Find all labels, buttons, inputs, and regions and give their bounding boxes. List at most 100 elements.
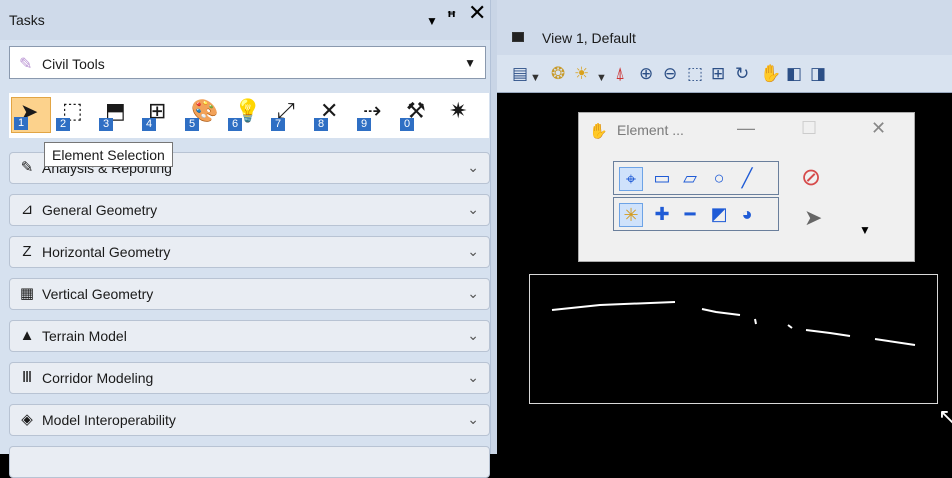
circle-select-icon[interactable]: ○ xyxy=(707,167,731,191)
task-group-label: Terrain Model xyxy=(42,328,127,344)
invert-selection-icon[interactable]: ◩ xyxy=(707,203,731,227)
vertical-geometry-icon: ▦ xyxy=(19,285,35,302)
shortcut-key-badge: 0 xyxy=(400,118,414,131)
chevron-down-icon[interactable]: ▼ xyxy=(596,68,607,88)
linework-segment xyxy=(551,301,676,311)
chevron-down-icon[interactable]: ▼ xyxy=(859,223,871,237)
linework-segment xyxy=(787,324,793,329)
tool-button-3[interactable]: ⬒ 3 xyxy=(97,97,137,133)
view-titlebar: View 1, Default xyxy=(497,0,952,55)
mouse-cursor-icon: ↖ xyxy=(938,404,952,429)
shortcut-key-badge: 2 xyxy=(56,118,70,131)
rotate-view-icon[interactable]: ↻ xyxy=(735,64,749,84)
selection-mode-group: ✳ ✚ ━ ◩ ◕ xyxy=(613,197,779,231)
tool-button-8[interactable]: ✕ 8 xyxy=(312,97,352,133)
settings-icon: ✷ xyxy=(449,98,468,123)
panel-menu-icon[interactable]: ▼ xyxy=(426,12,438,30)
tool-button-9[interactable]: ⇢ 9 xyxy=(355,97,395,133)
shortcut-key-badge: 8 xyxy=(314,118,328,131)
task-group-partial[interactable] xyxy=(9,446,490,478)
task-group-label: Horizontal Geometry xyxy=(42,244,171,260)
shortcut-key-badge: 5 xyxy=(185,118,199,131)
pan-view-icon[interactable]: ✋ xyxy=(760,64,781,84)
block-select-icon[interactable]: ▭ xyxy=(650,167,674,191)
lighting-icon[interactable]: ☀ xyxy=(574,64,589,84)
element-selection-icon: ✋ xyxy=(589,123,608,140)
task-group-terrain-model[interactable]: ▲ Terrain Model ⌄ xyxy=(9,320,490,352)
tool-button-1[interactable]: ➤ 1 xyxy=(11,97,51,133)
task-group-label: Corridor Modeling xyxy=(42,370,154,386)
tool-button-5[interactable]: 🎨 5 xyxy=(183,97,223,133)
terrain-model-icon: ▲ xyxy=(19,327,35,344)
analysis-icon: ✎ xyxy=(20,159,34,176)
tool-button-4[interactable]: ⊞ 4 xyxy=(140,97,180,133)
task-group-horizontal-geometry[interactable]: Z Horizontal Geometry ⌄ xyxy=(9,236,490,268)
task-group-label: Vertical Geometry xyxy=(42,286,154,302)
chevron-down-icon: ⌄ xyxy=(467,201,479,217)
chevron-down-icon: ⌄ xyxy=(467,327,479,343)
tasks-panel: Tasks ▼ ꟸ ✕ ✎ Civil Tools ▼ ➤ 1 ⬚ 2 ⬒ 3 ⊞ 4 🎨 5 💡 6… xyxy=(0,0,497,478)
linework-segment xyxy=(874,338,916,346)
tool-toolbar: ➤ 1 ⬚ 2 ⬒ 3 ⊞ 4 🎨 5 💡 6 ⤢ 7 ✕ 8 ⇢ 9 ⚒ 0 ✷ xyxy=(9,93,489,138)
horizontal-geometry-icon: Z xyxy=(22,243,32,260)
pointer-icon[interactable]: ➤ xyxy=(804,205,822,231)
selection-method-group: ⌖ ▭ ▱ ○ ╱ xyxy=(613,161,779,195)
chevron-down-icon: ▼ xyxy=(464,56,476,70)
fit-view-icon[interactable]: ⊞ xyxy=(711,64,725,84)
view-toolbar: ▤ ▼ ❂ ☀ ▼ ⍋ ⊕ ⊖ ⬚ ⊞ ↻ ✋ ◧ ◨ xyxy=(497,55,952,93)
tasks-title: Tasks xyxy=(9,12,45,28)
tool-button-7[interactable]: ⤢ 7 xyxy=(269,97,309,133)
linework-segment xyxy=(805,329,851,337)
add-selection-icon[interactable]: ✚ xyxy=(650,203,674,227)
shortcut-key-badge: 3 xyxy=(99,118,113,131)
tasks-titlebar: Tasks ▼ ꟸ ✕ xyxy=(0,0,497,40)
pin-icon[interactable]: ꟸ xyxy=(447,9,456,27)
chevron-down-icon: ⌄ xyxy=(467,159,479,175)
shortcut-key-badge: 7 xyxy=(271,118,285,131)
chevron-down-icon: ⌄ xyxy=(467,411,479,427)
shape-select-icon[interactable]: ▱ xyxy=(678,167,702,191)
task-group-corridor-modeling[interactable]: Ⅲ Corridor Modeling ⌄ xyxy=(9,362,490,394)
model-interoperability-icon: ◈ xyxy=(21,411,33,428)
update-view-icon[interactable]: ⍋ xyxy=(615,64,625,84)
new-selection-icon[interactable]: ✳ xyxy=(619,203,643,227)
view-previous-icon[interactable]: ◧ xyxy=(786,64,802,84)
linework-segment xyxy=(701,308,741,316)
workflow-dropdown[interactable]: ✎ Civil Tools ▼ xyxy=(9,46,486,79)
shortcut-key-badge: 1 xyxy=(14,117,28,130)
linework-segment xyxy=(754,318,757,325)
task-group-vertical-geometry[interactable]: ▦ Vertical Geometry ⌄ xyxy=(9,278,490,310)
model-linework xyxy=(551,301,916,346)
tool-button-0[interactable]: ⚒ 0 xyxy=(398,97,438,133)
clear-selection-icon[interactable]: ⊘ xyxy=(801,163,821,192)
element-selection-dialog: ✋ Element ... — ☐ ✕ ⌖ ▭ ▱ ○ ╱ ✳ ✚ ━ ◩ ◕ … xyxy=(578,112,915,262)
display-style-icon[interactable]: ❂ xyxy=(551,64,565,84)
view-next-icon[interactable]: ◨ xyxy=(810,64,826,84)
individual-select-icon[interactable]: ⌖ xyxy=(619,167,643,191)
corridor-modeling-icon: Ⅲ xyxy=(21,369,33,386)
select-all-icon[interactable]: ◕ xyxy=(735,203,759,227)
line-select-icon[interactable]: ╱ xyxy=(735,167,759,191)
close-icon[interactable]: ✕ xyxy=(468,2,486,24)
view-title: View 1, Default xyxy=(542,30,636,46)
view-attributes-icon[interactable]: ▤ xyxy=(512,64,528,84)
chevron-down-icon[interactable]: ▼ xyxy=(530,68,541,88)
minimize-icon[interactable]: — xyxy=(737,118,755,139)
zoom-in-icon[interactable]: ⊕ xyxy=(639,64,653,84)
task-group-general-geometry[interactable]: ⊿ General Geometry ⌄ xyxy=(9,194,490,226)
task-group-model-interoperability[interactable]: ◈ Model Interoperability ⌄ xyxy=(9,404,490,436)
tool-button-extra[interactable]: ✷ xyxy=(441,97,481,133)
view-window-icon xyxy=(512,32,524,42)
panel-splitter[interactable] xyxy=(490,0,497,454)
window-area-icon[interactable]: ⬚ xyxy=(687,64,703,84)
maximize-icon: ☐ xyxy=(801,118,818,138)
chevron-down-icon: ⌄ xyxy=(467,243,479,259)
model-extents-rectangle xyxy=(529,274,938,404)
tool-button-2[interactable]: ⬚ 2 xyxy=(54,97,94,133)
zoom-out-icon[interactable]: ⊖ xyxy=(663,64,677,84)
workflow-label: Civil Tools xyxy=(42,56,105,72)
tooltip: Element Selection xyxy=(44,142,173,167)
close-icon[interactable]: ✕ xyxy=(871,118,886,139)
subtract-selection-icon[interactable]: ━ xyxy=(678,203,702,227)
tool-button-6[interactable]: 💡 6 xyxy=(226,97,266,133)
